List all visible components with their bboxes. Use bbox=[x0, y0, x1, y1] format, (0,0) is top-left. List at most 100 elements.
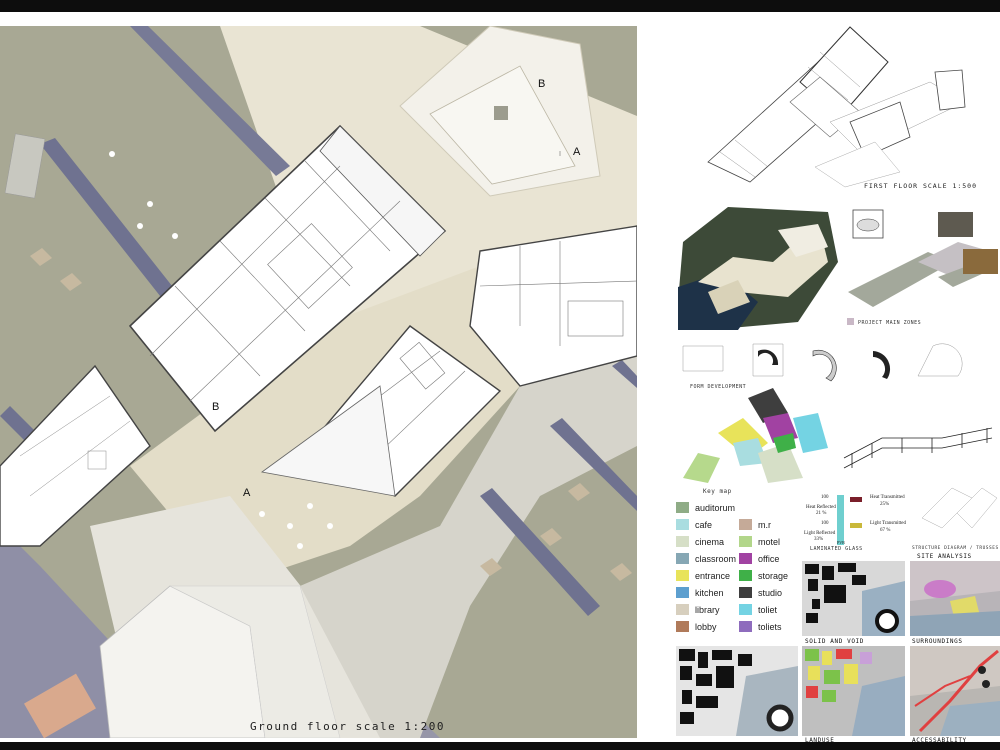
bottom-border bbox=[0, 742, 1000, 750]
ground-floor-title: Ground floor scale 1:200 bbox=[250, 720, 445, 733]
key-map-toliet bbox=[793, 413, 828, 453]
surroundings-caption: SURROUNDINGS bbox=[912, 638, 963, 645]
legend-item: office bbox=[739, 553, 779, 564]
legend-swatch bbox=[676, 502, 689, 513]
access-pin-1 bbox=[978, 666, 986, 674]
structure-caption: STRUCTURE DIAGRAM / TRUSSES bbox=[912, 546, 999, 551]
light-arrow bbox=[850, 523, 862, 528]
legend-item: entrance bbox=[676, 570, 730, 581]
first-floor-title: FIRST FLOOR SCALE 1:500 bbox=[864, 182, 978, 190]
light-transmitted-label: Light Transmitted bbox=[870, 521, 906, 526]
legend-label: kitchen bbox=[695, 587, 724, 598]
section-marker-a-bottom: A bbox=[243, 487, 251, 499]
landuse-map bbox=[802, 646, 905, 736]
main-zones-diagram bbox=[848, 209, 998, 307]
figure-ground-map bbox=[676, 646, 798, 736]
access-pin-2 bbox=[982, 680, 990, 688]
main-zones-caption: PROJECT MAIN ZONES bbox=[858, 320, 922, 326]
first-floor-far-right bbox=[934, 69, 966, 111]
legend-label: office bbox=[758, 553, 780, 564]
legend-label: auditorum bbox=[695, 502, 736, 513]
key-map bbox=[683, 388, 828, 483]
solid-void-donut bbox=[875, 609, 899, 633]
legend-label: toliets bbox=[758, 621, 782, 632]
structure-diagram bbox=[843, 427, 998, 529]
legend-item: motel bbox=[739, 536, 780, 547]
legend-swatch bbox=[676, 553, 689, 564]
site-analysis-caption: SITE ANALYSIS bbox=[917, 553, 972, 560]
aerial-3d-view bbox=[678, 202, 843, 332]
legend-swatch bbox=[739, 536, 752, 547]
legend-label: studio bbox=[758, 587, 783, 598]
legend-swatch bbox=[676, 536, 689, 547]
form-step-3 bbox=[812, 349, 837, 382]
legend-label: motel bbox=[758, 536, 781, 547]
legend-label: classroom bbox=[695, 553, 737, 564]
presentation-sheet: B A B A Ground floor scale 1:200 FIRST F… bbox=[0, 0, 1000, 750]
legend-swatch bbox=[739, 604, 752, 615]
top-border bbox=[0, 0, 1000, 12]
legend-item: studio bbox=[739, 587, 782, 598]
surroundings-zone-magenta bbox=[924, 580, 956, 598]
section-marker-b-bottom: B bbox=[212, 401, 220, 413]
legend-label: toliet bbox=[758, 604, 778, 615]
legend-item: cafe bbox=[676, 519, 712, 530]
legend-swatch bbox=[739, 570, 752, 581]
legend-label: storage bbox=[758, 570, 789, 581]
legend-item: toliets bbox=[739, 621, 782, 632]
first-floor-plan bbox=[707, 26, 966, 188]
solid-void-caption: SOLID AND VOID bbox=[805, 638, 864, 645]
solid-void-map bbox=[802, 561, 905, 636]
pentagon-kiosk bbox=[494, 106, 508, 120]
legend-swatch bbox=[676, 587, 689, 598]
program-legend: auditorum cafe cinema classroom entrance… bbox=[676, 500, 798, 640]
accessibility-map bbox=[910, 646, 1000, 736]
legend-label: lobby bbox=[695, 621, 717, 632]
heat-transmitted-value: 25% bbox=[880, 502, 890, 507]
zone-photo-3 bbox=[963, 249, 998, 274]
heat-reflected-value: 21 % bbox=[816, 511, 827, 516]
structure-lower-forms bbox=[921, 487, 998, 529]
legend-item: cinema bbox=[676, 536, 724, 547]
form-step-2 bbox=[758, 349, 779, 365]
zone-photo-2 bbox=[938, 212, 973, 237]
laminated-glass-caption: LAMINATED GLASS bbox=[810, 546, 863, 552]
heat-transmitted-label: Heat Transmitted bbox=[870, 495, 905, 500]
legend-label: m.r bbox=[758, 519, 771, 530]
glass-pane bbox=[837, 495, 844, 545]
ground-floor-plan bbox=[0, 26, 637, 738]
glass-100-right: 100 bbox=[821, 521, 829, 526]
legend-item: library bbox=[676, 604, 720, 615]
legend-swatch bbox=[676, 604, 689, 615]
legend-item: classroom bbox=[676, 553, 736, 564]
legend-item: kitchen bbox=[676, 587, 724, 598]
surroundings-map bbox=[910, 561, 1000, 636]
legend-item: toliet bbox=[739, 604, 777, 615]
legend-swatch bbox=[739, 519, 752, 530]
light-transmitted-value: 67 % bbox=[880, 528, 891, 533]
form-step-4 bbox=[873, 351, 891, 379]
legend-item: auditorum bbox=[676, 502, 735, 513]
light-reflected-value: 33% bbox=[814, 537, 824, 542]
figure-ground-donut bbox=[766, 704, 794, 732]
legend-item: m.r bbox=[739, 519, 771, 530]
key-map-motel bbox=[683, 453, 720, 483]
key-map-caption: Key map bbox=[703, 488, 732, 495]
legend-swatch bbox=[676, 519, 689, 530]
legend-swatch bbox=[676, 621, 689, 632]
legend-swatch bbox=[739, 553, 752, 564]
legend-item: storage bbox=[739, 570, 788, 581]
legend-label: library bbox=[695, 604, 720, 615]
form-step-5 bbox=[917, 343, 963, 377]
section-marker-b-top: B bbox=[538, 78, 546, 90]
legend-label: cinema bbox=[695, 536, 725, 547]
heat-arrow bbox=[850, 497, 862, 502]
legend-swatch bbox=[739, 621, 752, 632]
main-zones-swatch bbox=[847, 318, 854, 325]
legend-swatch bbox=[739, 587, 752, 598]
truss-frame bbox=[843, 427, 993, 469]
glass-100-left: 100 bbox=[821, 495, 829, 500]
legend-swatch bbox=[676, 570, 689, 581]
legend-label: entrance bbox=[695, 570, 731, 581]
legend-label: cafe bbox=[695, 519, 713, 530]
